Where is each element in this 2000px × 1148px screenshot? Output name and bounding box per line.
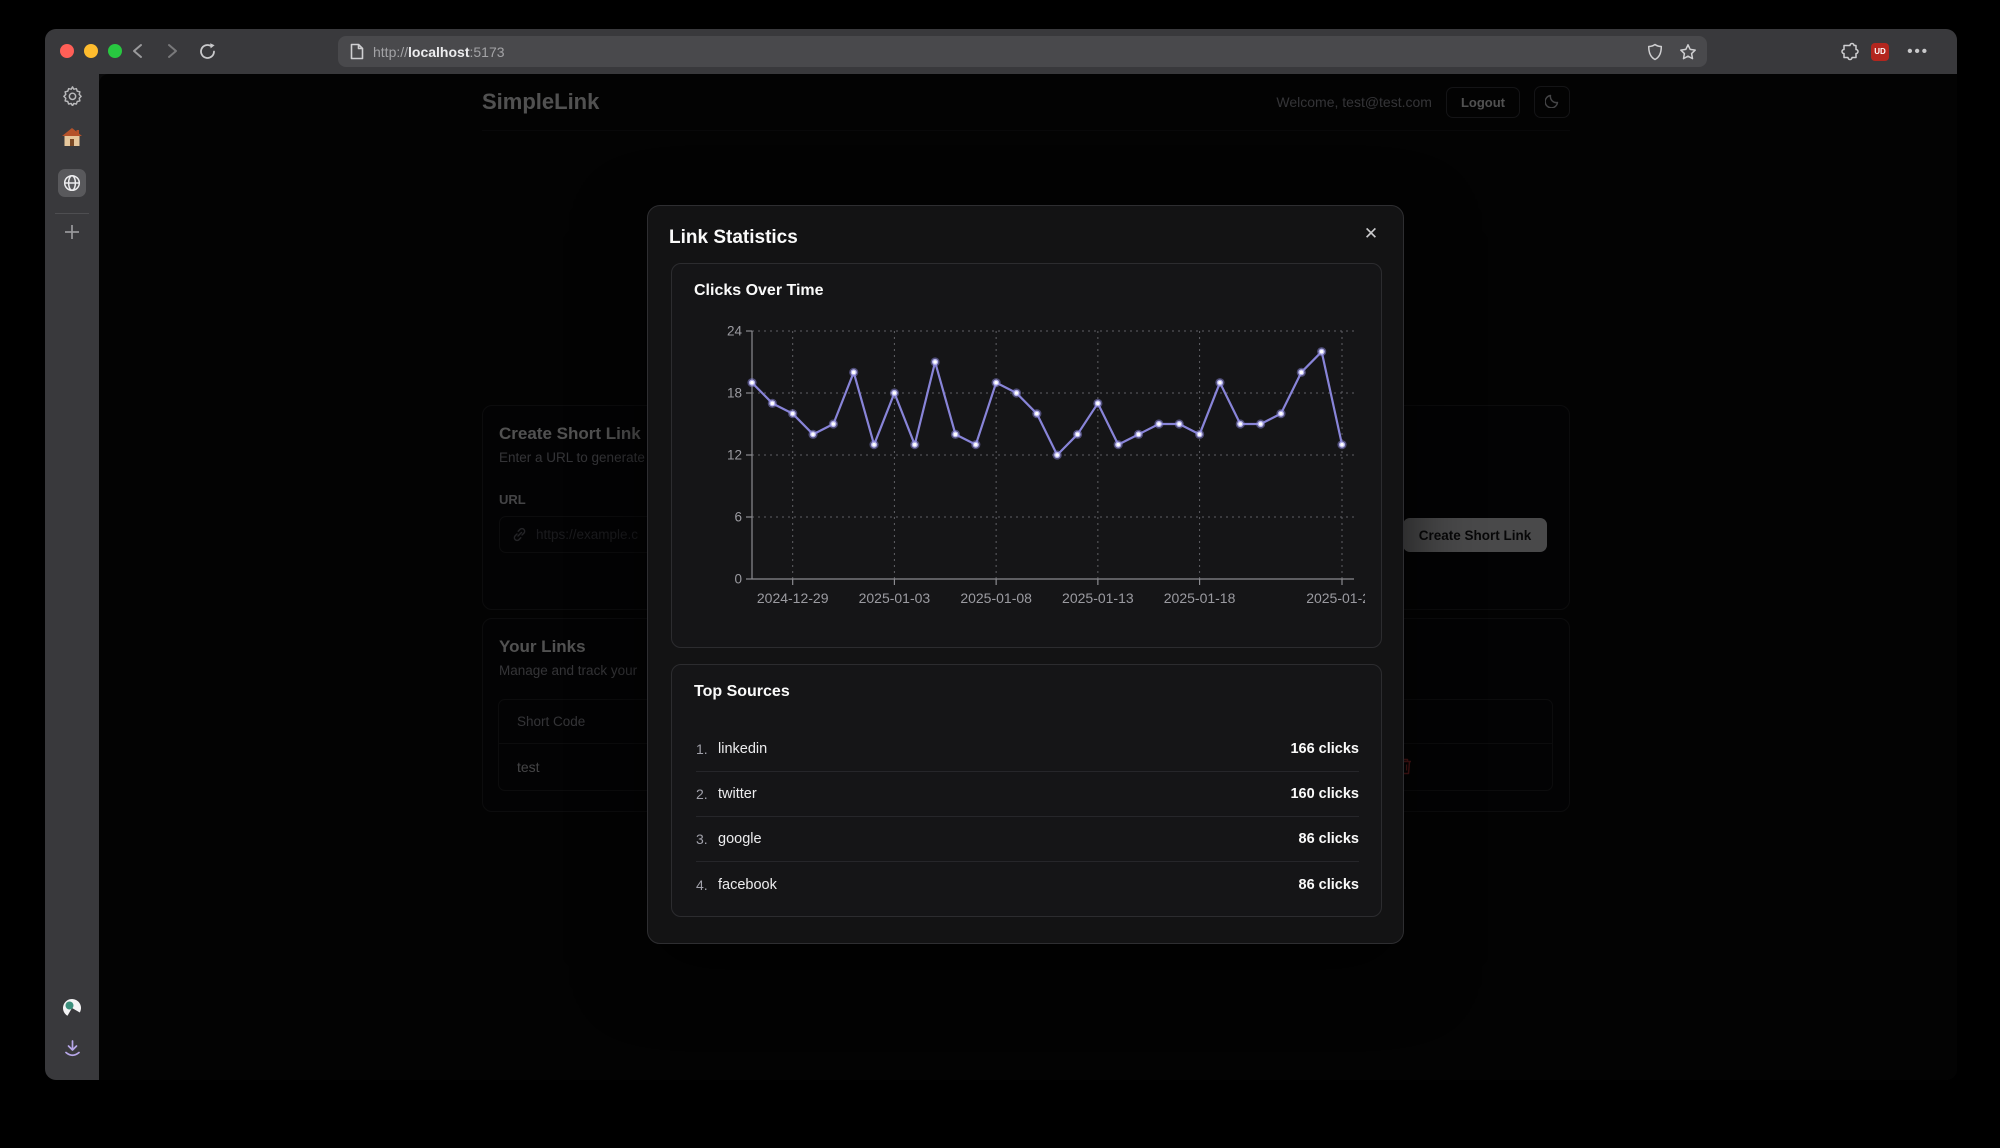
svg-text:0: 0 xyxy=(734,572,742,587)
source-name: twitter xyxy=(718,786,757,802)
chart-section-title: Clicks Over Time xyxy=(694,282,824,300)
new-tab-button[interactable] xyxy=(45,223,99,241)
active-tab-globe[interactable] xyxy=(58,169,86,197)
modal-title: Link Statistics xyxy=(669,227,798,249)
source-row: 2. twitter 160 clicks xyxy=(696,772,1359,817)
svg-text:24: 24 xyxy=(727,324,743,339)
source-rank: 2. xyxy=(696,786,718,802)
source-clicks: 166 clicks xyxy=(1290,741,1359,757)
source-row: 3. google 86 clicks xyxy=(696,817,1359,862)
top-sources-card: Top Sources 1. linkedin 166 clicks 2. tw… xyxy=(671,664,1382,917)
source-name: google xyxy=(718,831,762,847)
url-bar[interactable]: http://localhost:5173 xyxy=(338,36,1707,67)
forward-button[interactable] xyxy=(161,40,183,62)
source-clicks: 160 clicks xyxy=(1290,786,1359,802)
sources-list: 1. linkedin 166 clicks 2. twitter 160 cl… xyxy=(696,727,1359,907)
source-name: linkedin xyxy=(718,741,767,757)
source-row: 1. linkedin 166 clicks xyxy=(696,727,1359,772)
link-statistics-modal: Link Statistics ✕ Clicks Over Time 0 6 12 1… xyxy=(647,205,1404,944)
svg-text:2025-01-18: 2025-01-18 xyxy=(1164,590,1236,606)
back-button[interactable] xyxy=(126,40,148,62)
maximize-window-button[interactable] xyxy=(108,44,122,58)
source-rank: 1. xyxy=(696,741,718,757)
sources-section-title: Top Sources xyxy=(694,683,790,701)
bookmark-star-icon[interactable] xyxy=(1679,43,1697,61)
page-icon xyxy=(350,43,364,60)
close-window-button[interactable] xyxy=(60,44,74,58)
minimize-window-button[interactable] xyxy=(84,44,98,58)
svg-text:2025-01-03: 2025-01-03 xyxy=(859,590,931,606)
source-rank: 4. xyxy=(696,877,718,893)
modal-close-button[interactable]: ✕ xyxy=(1357,220,1385,248)
clicks-line-chart: 0 6 12 18 24 2024-12-29 2025-01-03 2025-01-08 20… xyxy=(690,316,1365,634)
sidebar-divider xyxy=(55,213,89,214)
source-row: 4. facebook 86 clicks xyxy=(696,862,1359,907)
profile-workspace-icon[interactable] xyxy=(45,998,99,1018)
url-text: http://localhost:5173 xyxy=(373,44,505,60)
source-clicks: 86 clicks xyxy=(1299,877,1359,893)
downloads-icon[interactable] xyxy=(45,1039,99,1058)
svg-text:12: 12 xyxy=(727,448,742,463)
browser-toolbar: http://localhost:5173 UD ••• xyxy=(45,29,1957,74)
home-tab-icon[interactable] xyxy=(45,127,99,147)
traffic-lights xyxy=(60,44,122,58)
svg-text:6: 6 xyxy=(734,510,742,525)
shield-icon[interactable] xyxy=(1647,43,1663,61)
overflow-menu-button[interactable]: ••• xyxy=(1907,29,1929,74)
adblock-extension-icon[interactable]: UD xyxy=(1871,29,1889,74)
reload-button[interactable] xyxy=(196,40,218,62)
source-rank: 3. xyxy=(696,831,718,847)
clicks-over-time-card: Clicks Over Time 0 6 12 18 24 2024-12-29 2025-… xyxy=(671,263,1382,648)
svg-text:2025-01-25: 2025-01-25 xyxy=(1306,590,1365,606)
svg-text:2025-01-13: 2025-01-13 xyxy=(1062,590,1134,606)
svg-text:18: 18 xyxy=(727,386,742,401)
close-icon: ✕ xyxy=(1364,224,1378,243)
page-content: SimpleLink Welcome, test@test.com Logout… xyxy=(99,74,1957,1080)
extensions-puzzle-icon[interactable] xyxy=(1840,29,1859,74)
svg-text:2024-12-29: 2024-12-29 xyxy=(757,590,829,606)
source-name: facebook xyxy=(718,877,777,893)
browser-sidebar xyxy=(45,74,99,1080)
source-clicks: 86 clicks xyxy=(1299,831,1359,847)
browser-window: http://localhost:5173 UD ••• xyxy=(45,29,1957,1080)
svg-text:2025-01-08: 2025-01-08 xyxy=(960,590,1032,606)
globe-icon xyxy=(63,174,81,192)
settings-gear-icon[interactable] xyxy=(45,85,99,106)
